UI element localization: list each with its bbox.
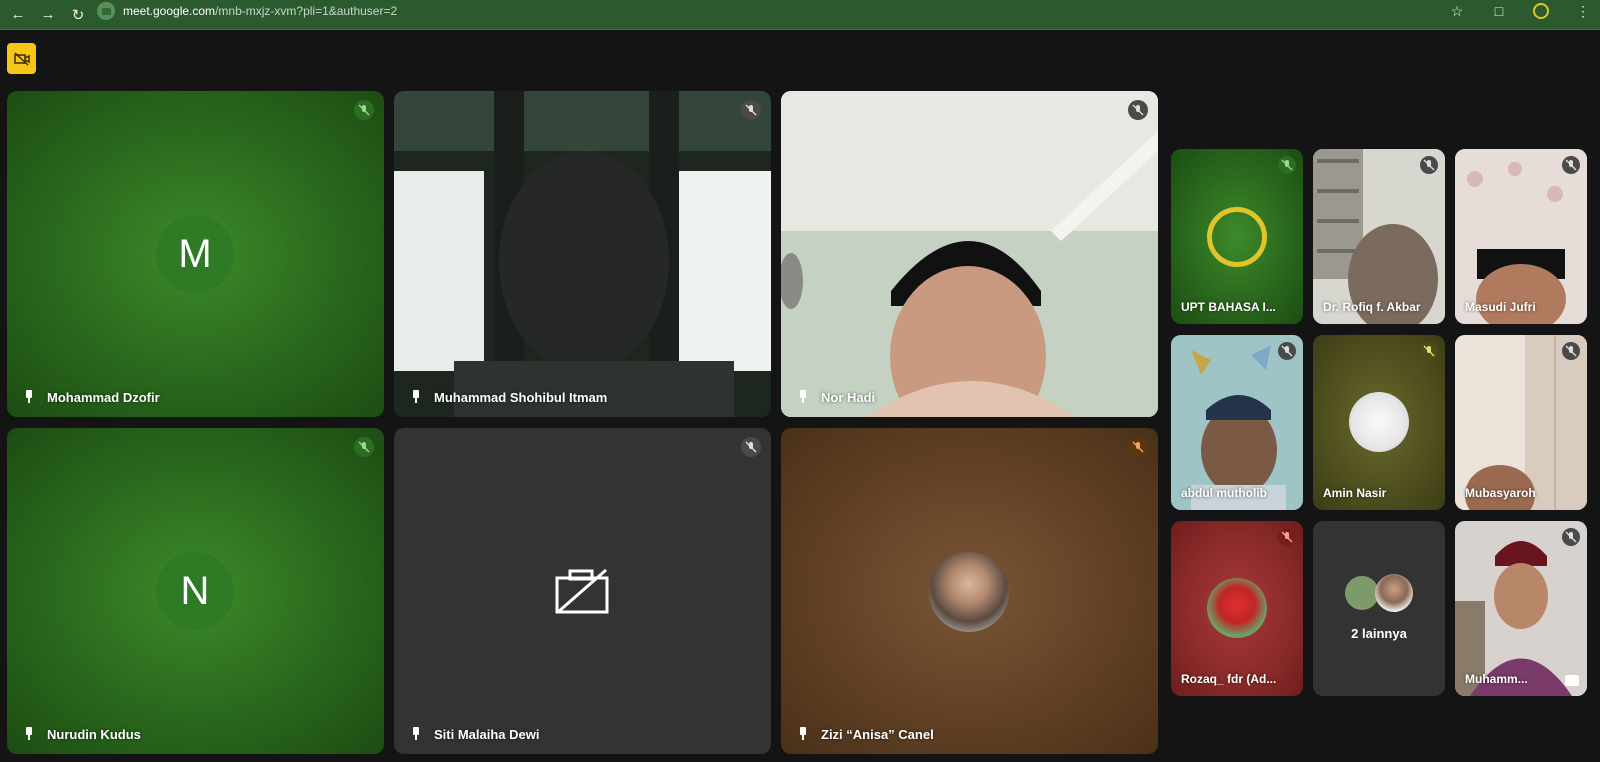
participant-name: Siti Malaiha Dewi [434,727,540,742]
mic-muted-icon [1562,528,1580,546]
avatar [929,552,1009,632]
pin-icon[interactable] [23,390,35,404]
participant-tile[interactable]: Dr. Rofiq f. Akbar [1313,149,1445,324]
avatar [1375,574,1413,612]
mic-muted-icon [1128,437,1148,457]
forward-arrow-icon[interactable]: → [36,3,60,27]
mic-muted-icon [1278,156,1296,174]
video-feed [1455,335,1587,510]
camera-off-icon [13,51,30,66]
back-arrow-icon[interactable]: ← [6,3,30,27]
participant-tile[interactable]: N Nurudin Kudus [7,428,384,754]
participant-name: Dr. Rofiq f. Akbar [1323,300,1421,314]
pin-icon[interactable] [797,390,809,404]
mic-muted-icon [1278,342,1296,360]
reload-icon[interactable]: ↻ [66,3,90,27]
url-host: meet.google.com [123,4,216,18]
participant-name: Muhamm... [1465,672,1528,686]
meet-site-icon [97,2,115,20]
participant-tile[interactable]: Nor Hadi [781,91,1158,417]
participant-tile[interactable]: Rozaq_ fdr (Ad... [1171,521,1303,696]
participant-tile[interactable]: UPT BAHASA I... [1171,149,1303,324]
browser-toolbar: ← → ↻ meet.google.com/mnb-mxjz-xvm?pli=1… [0,0,1600,30]
avatar [1207,578,1267,638]
participant-name: Masudi Jufri [1465,300,1536,314]
mic-muted-icon [354,100,374,120]
mic-muted-icon [741,100,761,120]
participant-tile[interactable]: Amin Nasir [1313,335,1445,510]
profile-ring-icon[interactable] [1530,0,1552,22]
others-count-label: 2 lainnya [1351,626,1407,641]
participant-name: Amin Nasir [1323,486,1387,500]
participant-name: Rozaq_ fdr (Ad... [1181,672,1277,686]
participant-name: Mohammad Dzofir [47,390,160,405]
screen-share-icon [1565,675,1579,686]
mic-muted-icon [1420,342,1438,360]
extensions-icon[interactable]: □ [1488,0,1510,22]
participant-tile[interactable]: Siti Malaiha Dewi [394,428,771,754]
mic-muted-icon [1562,342,1580,360]
avatar: N [156,552,234,630]
participant-name: Zizi “Anisa” Canel [821,727,934,742]
mic-muted-icon [1420,156,1438,174]
participant-tile[interactable]: Masudi Jufri [1455,149,1587,324]
video-feed [1455,521,1587,696]
video-feed [394,91,771,417]
recording-status-badge[interactable] [7,43,36,74]
url-path: /mnb-mxjz-xvm?pli=1&authuser=2 [215,4,398,18]
video-feed [781,91,1158,417]
avatar [1207,207,1267,267]
mic-muted-icon [741,437,761,457]
pin-icon[interactable] [410,390,422,404]
participant-name: Muhammad Shohibul Itmam [434,390,608,405]
video-feed [1455,149,1587,324]
pin-icon[interactable] [23,727,35,741]
participant-name: abdul mutholib [1181,486,1267,500]
camera-off-icon [555,568,609,614]
participant-name: Nurudin Kudus [47,727,141,742]
video-feed [1171,335,1303,510]
participant-tile[interactable]: M Mohammad Dzofir [7,91,384,417]
avatar [1349,392,1409,452]
participant-name: Nor Hadi [821,390,876,405]
address-bar[interactable]: meet.google.com/mnb-mxjz-xvm?pli=1&authu… [95,0,1475,22]
video-feed [1313,149,1445,324]
participant-name: Mubasyaroh [1465,486,1536,500]
more-menu-icon[interactable]: ⋮ [1572,0,1594,22]
mic-muted-icon [354,437,374,457]
others-tile[interactable]: 2 lainnya [1313,521,1445,696]
participant-tile[interactable]: Muhamm... [1455,521,1587,696]
participant-tile[interactable]: Mubasyaroh [1455,335,1587,510]
participant-tile[interactable]: abdul mutholib [1171,335,1303,510]
participant-tile[interactable]: Muhammad Shohibul Itmam [394,91,771,417]
pin-icon[interactable] [797,727,809,741]
bookmark-star-icon[interactable]: ☆ [1446,0,1468,22]
avatar: M [156,215,234,293]
pin-icon[interactable] [410,727,422,741]
participant-tile[interactable]: Zizi “Anisa” Canel [781,428,1158,754]
mic-muted-icon [1562,156,1580,174]
mic-muted-icon [1278,528,1296,546]
mic-muted-icon [1128,100,1148,120]
participant-name: UPT BAHASA I... [1181,300,1276,314]
